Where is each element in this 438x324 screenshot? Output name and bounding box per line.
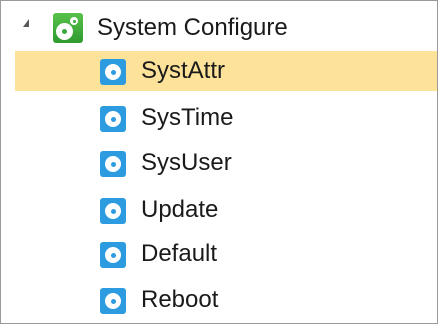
tree-node-label: Default — [141, 240, 218, 267]
gear-icon — [100, 106, 126, 132]
tree-node-label: SysUser — [141, 149, 232, 176]
gear-icon — [100, 59, 126, 85]
tree-node-update[interactable]: Update — [15, 190, 437, 230]
tree-node-sysuser[interactable]: SysUser — [15, 143, 437, 183]
tree-node-label: SysTime — [141, 104, 234, 131]
gears-icon — [53, 13, 83, 43]
gear-icon — [100, 288, 126, 314]
tree-node-default[interactable]: Default — [15, 234, 437, 274]
tree-node-system-configure[interactable]: System Configure — [1, 5, 437, 45]
tree-node-reboot[interactable]: Reboot — [15, 280, 437, 320]
tree-node-systattr[interactable]: SystAttr — [15, 51, 437, 91]
tree-node-label: SystAttr — [141, 57, 226, 84]
gear-icon — [100, 151, 126, 177]
tree-node-label: Update — [141, 196, 219, 223]
gear-icon — [100, 242, 126, 268]
tree-node-label: System Configure — [97, 14, 288, 41]
gear-icon — [100, 198, 126, 224]
tree-node-systime[interactable]: SysTime — [15, 98, 437, 138]
tree-panel: System Configure SystAttr SysTime SysUse… — [0, 0, 438, 324]
tree-node-label: Reboot — [141, 286, 219, 313]
expand-collapse-icon[interactable] — [23, 19, 29, 27]
